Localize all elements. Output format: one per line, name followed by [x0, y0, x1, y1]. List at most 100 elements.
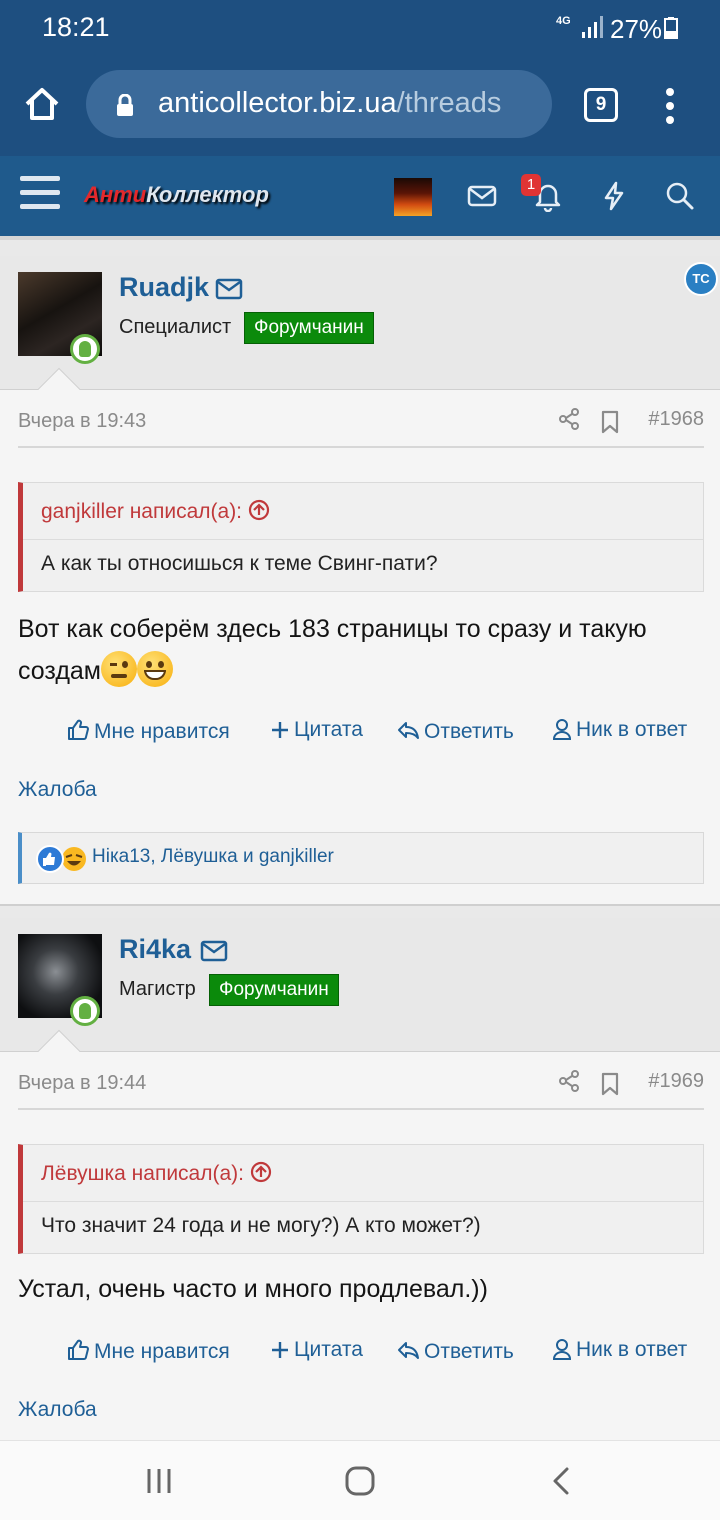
like-button[interactable]: Мне нравится [66, 718, 230, 744]
message-user-icon[interactable] [215, 278, 243, 300]
status-bar: 18:21 4G 27% [0, 0, 720, 56]
more-menu-icon[interactable] [664, 86, 676, 126]
reply-label: Ответить [424, 720, 514, 743]
url-host: anticollector.biz.ua [158, 87, 397, 119]
tab-switcher-button[interactable]: 9 [584, 88, 618, 122]
site-logo[interactable]: АнтиКоллектор [84, 182, 269, 208]
menu-icon[interactable] [20, 176, 60, 212]
reply-label: Ответить [424, 1340, 514, 1363]
online-status-icon [70, 334, 100, 364]
post-author: Ri4ka Магистр Форумчанин [0, 918, 720, 1052]
post-author: Ruadjk Специалист Форумчанин TC [0, 256, 720, 390]
user-badge: Форумчанин [244, 312, 374, 344]
lock-icon [117, 94, 133, 116]
reply-button[interactable]: Ответить [396, 718, 514, 744]
thumbs-up-icon [68, 719, 89, 740]
post-message: Вот как соберём здесь 183 страницы то ср… [18, 608, 708, 692]
thumbs-up-icon [68, 1339, 89, 1360]
username[interactable]: Ri4ka [119, 934, 191, 965]
quote-author-text: Лёвушка написал(а): [41, 1162, 244, 1185]
user-icon [552, 1339, 572, 1360]
search-icon[interactable] [664, 180, 696, 212]
quote-author[interactable]: ganjkiller написал(а): [41, 499, 270, 524]
mention-label: Ник в ответ [576, 1338, 688, 1361]
mention-label: Ник в ответ [576, 718, 688, 741]
plus-icon [272, 722, 288, 738]
reactions-users[interactable]: Ніка13, Лёвушка и ganjkiller [92, 846, 334, 868]
alert-count-badge: 1 [521, 174, 541, 196]
user-avatar[interactable] [394, 178, 432, 216]
battery-icon [664, 17, 678, 39]
address-bar-row: anticollector.biz.ua/threads 9 [0, 64, 720, 144]
bookmark-icon[interactable] [600, 410, 620, 434]
reactions-bar[interactable]: Ніка13, Лёвушка и ganjkiller [18, 832, 704, 884]
user-icon [552, 719, 572, 740]
arrow-up-circle-icon[interactable] [248, 499, 270, 521]
recent-apps-icon[interactable] [143, 1465, 175, 1497]
home-button-icon[interactable] [344, 1465, 376, 1497]
message-user-icon[interactable] [200, 940, 228, 962]
bookmark-icon[interactable] [600, 1072, 620, 1096]
quote-block: ganjkiller написал(а): А как ты относишь… [18, 482, 704, 592]
user-title: Магистр [119, 978, 196, 1000]
lightning-icon[interactable] [598, 180, 630, 212]
quote-text: А как ты относишься к теме Свинг-пати? [23, 539, 703, 593]
post-actions: Мне нравится Цитата Ответить Ник в ответ [0, 1332, 720, 1372]
battery-percent: 27% [610, 14, 663, 44]
post-number[interactable]: #1969 [648, 1070, 704, 1093]
reply-icon [398, 722, 419, 739]
like-label: Мне нравится [94, 1340, 230, 1363]
system-nav-bar [0, 1440, 720, 1520]
quote-button[interactable]: Цитата [270, 718, 363, 742]
mention-button[interactable]: Ник в ответ [552, 718, 687, 742]
quote-author-text: ganjkiller написал(а): [41, 500, 243, 523]
quote-label: Цитата [294, 718, 363, 741]
like-label: Мне нравится [94, 720, 230, 743]
quote-author[interactable]: Лёвушка написал(а): [41, 1161, 272, 1186]
back-icon[interactable] [546, 1465, 578, 1497]
report-link[interactable]: Жалоба [18, 1398, 97, 1422]
quote-button[interactable]: Цитата [270, 1338, 363, 1362]
post: Ri4ka Магистр Форумчанин Вчера в 19:44 #… [0, 918, 720, 1440]
wink-emoji-icon [101, 651, 137, 687]
post-message: Устал, очень часто и много продлевал.)) [18, 1275, 488, 1303]
status-time: 18:21 [42, 12, 110, 42]
post: Ruadjk Специалист Форумчанин TC Вчера в … [0, 256, 720, 904]
post-meta: Вчера в 19:43 #1968 [18, 402, 704, 448]
username[interactable]: Ruadjk [119, 272, 209, 303]
logo-part-collector: Коллектор [146, 182, 269, 207]
quote-text: Что значит 24 года и не могу?) А кто мож… [23, 1201, 703, 1255]
share-icon[interactable] [558, 408, 580, 430]
quote-label: Цитата [294, 1338, 363, 1361]
reaction-icons [36, 845, 86, 873]
url-path: /threads [396, 87, 502, 119]
plus-icon [272, 1342, 288, 1358]
post-number[interactable]: #1968 [648, 408, 704, 431]
like-button[interactable]: Мне нравится [66, 1338, 230, 1364]
online-status-icon [70, 996, 100, 1026]
home-icon[interactable] [22, 84, 62, 124]
user-badge: Форумчанин [209, 974, 339, 1006]
tc-icon: TC [684, 262, 718, 296]
post-date[interactable]: Вчера в 19:44 [18, 1072, 146, 1095]
address-bar[interactable]: anticollector.biz.ua/threads [86, 70, 552, 138]
reply-icon [398, 1342, 419, 1359]
reply-button[interactable]: Ответить [396, 1338, 514, 1364]
mail-icon[interactable] [466, 180, 498, 212]
post-date[interactable]: Вчера в 19:43 [18, 410, 146, 433]
logo-part-anti: Анти [84, 182, 147, 207]
share-icon[interactable] [558, 1070, 580, 1092]
grin-emoji-icon [137, 651, 173, 687]
arrow-up-circle-icon[interactable] [250, 1161, 272, 1183]
browser-chrome: 18:21 4G 27% anticollector.biz.ua/thread… [0, 0, 720, 156]
network-type: 4G [556, 15, 571, 27]
mention-button[interactable]: Ник в ответ [552, 1338, 687, 1362]
post-meta: Вчера в 19:44 #1969 [18, 1064, 704, 1110]
url-text[interactable]: anticollector.biz.ua/threads [158, 87, 501, 120]
report-link[interactable]: Жалоба [18, 778, 97, 802]
signal-icon [582, 16, 603, 38]
post-actions: Мне нравится Цитата Ответить Ник в ответ [0, 712, 720, 752]
site-header: АнтиКоллектор 1 [0, 156, 720, 240]
user-title: Специалист [119, 316, 232, 338]
quote-block: Лёвушка написал(а): Что значит 24 года и… [18, 1144, 704, 1254]
